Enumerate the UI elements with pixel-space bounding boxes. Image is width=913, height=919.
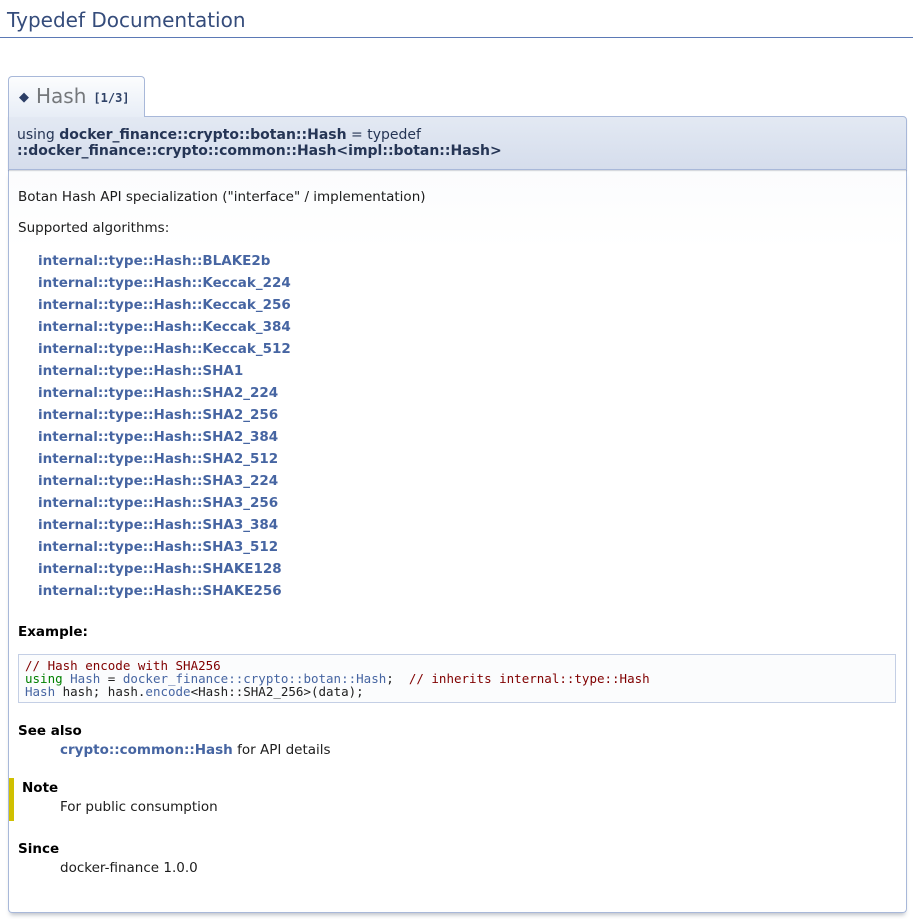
code-link-encode[interactable]: encode xyxy=(145,684,190,699)
algorithm-link[interactable]: internal::type::Hash::Keccak_224 xyxy=(38,272,896,294)
example-label: Example: xyxy=(18,624,896,640)
algorithm-link[interactable]: internal::type::Hash::Keccak_256 xyxy=(38,294,896,316)
algorithm-link[interactable]: internal::type::Hash::SHA3_512 xyxy=(38,536,896,558)
code-line-3: Hash hash; hash.encode<Hash::SHA2_256>(d… xyxy=(25,685,889,698)
brief-description: Botan Hash API specialization ("interfac… xyxy=(18,189,896,205)
see-also-section: See also crypto::common::Hash for API de… xyxy=(18,723,896,758)
since-label: Since xyxy=(18,841,896,857)
see-also-text: for API details xyxy=(233,742,331,758)
code-semicolon: ; xyxy=(386,671,409,686)
proto-typedef-name: docker_finance::crypto::botan::Hash xyxy=(59,127,346,143)
member-name: Hash xyxy=(36,84,86,108)
see-also-label: See also xyxy=(18,723,896,739)
algorithm-link[interactable]: internal::type::Hash::SHAKE128 xyxy=(38,558,896,580)
algorithm-link[interactable]: internal::type::Hash::Keccak_384 xyxy=(38,316,896,338)
code-text: <Hash::SHA2_256>(data); xyxy=(191,684,364,699)
code-text: hash; hash. xyxy=(55,684,145,699)
note-text: For public consumption xyxy=(60,799,896,815)
algorithm-link[interactable]: internal::type::Hash::SHA2_224 xyxy=(38,382,896,404)
proto-equals: = typedef xyxy=(347,127,421,143)
algorithm-link[interactable]: internal::type::Hash::SHA2_384 xyxy=(38,426,896,448)
member-tab: ◆ Hash [1/3] xyxy=(8,76,145,117)
code-fragment: // Hash encode with SHA256 using Hash = … xyxy=(18,654,896,703)
code-link-hash[interactable]: Hash xyxy=(25,684,55,699)
see-also-link[interactable]: crypto::common::Hash xyxy=(60,742,233,758)
algorithm-link[interactable]: internal::type::Hash::SHA2_512 xyxy=(38,448,896,470)
since-section: Since docker-finance 1.0.0 xyxy=(18,841,896,876)
proto-using-keyword: using xyxy=(17,127,59,143)
algorithm-link[interactable]: internal::type::Hash::SHAKE256 xyxy=(38,580,896,602)
code-comment: // inherits internal::type::Hash xyxy=(409,671,650,686)
algorithm-list: internal::type::Hash::BLAKE2binternal::t… xyxy=(38,250,896,602)
member-prototype: using docker_finance::crypto::botan::Has… xyxy=(8,116,907,170)
overload-badge: [1/3] xyxy=(93,91,129,105)
member-item: ◆Hash[1/3] using docker_finance::crypto:… xyxy=(8,76,907,913)
algorithm-link[interactable]: internal::type::Hash::SHA3_256 xyxy=(38,492,896,514)
note-section: Note For public consumption xyxy=(9,778,896,821)
algorithm-link[interactable]: internal::type::Hash::SHA2_256 xyxy=(38,404,896,426)
proto-target-type: ::docker_finance::crypto::common::Hash<i… xyxy=(17,143,502,159)
algorithm-link[interactable]: internal::type::Hash::SHA3_224 xyxy=(38,470,896,492)
supported-algorithms-label: Supported algorithms: xyxy=(18,220,896,236)
page-title: Typedef Documentation xyxy=(0,6,913,38)
note-label: Note xyxy=(22,780,896,796)
algorithm-link[interactable]: internal::type::Hash::SHA1 xyxy=(38,360,896,382)
algorithm-link[interactable]: internal::type::Hash::Keccak_512 xyxy=(38,338,896,360)
algorithm-link[interactable]: internal::type::Hash::BLAKE2b xyxy=(38,250,896,272)
permalink-diamond-icon[interactable]: ◆ xyxy=(19,90,29,105)
see-also-content: crypto::common::Hash for API details xyxy=(60,742,896,758)
since-text: docker-finance 1.0.0 xyxy=(60,860,896,876)
member-doc: Botan Hash API specialization ("interfac… xyxy=(8,170,907,913)
algorithm-link[interactable]: internal::type::Hash::SHA3_384 xyxy=(38,514,896,536)
